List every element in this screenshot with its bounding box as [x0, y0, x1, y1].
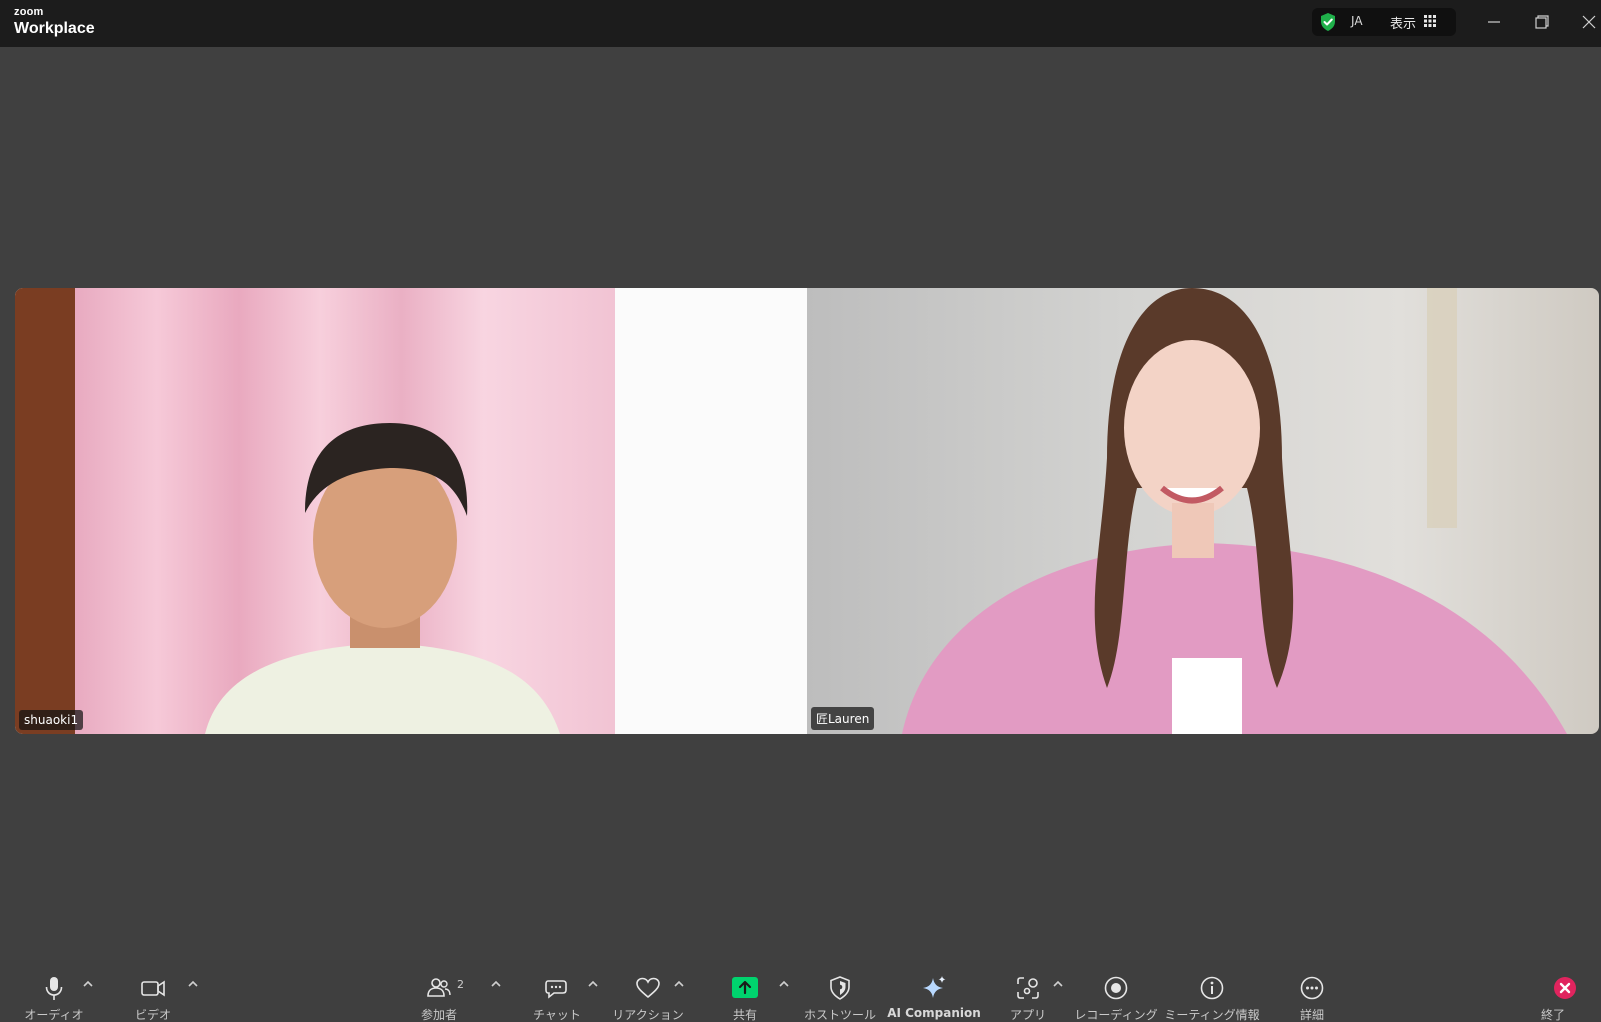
- sparkle-icon: [923, 976, 946, 998]
- chat-icon: [545, 980, 567, 999]
- meeting-toolbar: オーディオ ビデオ 参加者 2 チャット リアクション 共有 ホストツール AI…: [0, 960, 1601, 1022]
- chevron-up-icon[interactable]: [672, 978, 686, 990]
- participant-video-2: [807, 288, 1599, 734]
- video-tile-participant-1[interactable]: shuaoki1: [15, 288, 807, 734]
- more-label: 詳細: [1299, 1008, 1324, 1022]
- more-icon: [1300, 976, 1324, 1000]
- apps-label: アプリ: [1009, 1008, 1046, 1022]
- participants-count: 2: [457, 978, 464, 991]
- chevron-up-icon[interactable]: [1051, 978, 1065, 990]
- share-screen-icon: [732, 977, 758, 998]
- heart-icon: [636, 977, 660, 999]
- apps-icon: [1017, 977, 1039, 999]
- microphone-icon: [45, 977, 63, 1000]
- close-icon[interactable]: [1575, 10, 1601, 34]
- meeting-info-button[interactable]: ミーティング情報: [1162, 974, 1262, 1022]
- end-call-icon: [1554, 977, 1576, 999]
- recording-button[interactable]: レコーディング: [1066, 974, 1166, 1022]
- recording-label: レコーディング: [1074, 1008, 1158, 1022]
- shield-check-icon[interactable]: [1318, 12, 1338, 32]
- end-label: 終了: [1540, 1008, 1565, 1022]
- chevron-up-icon[interactable]: [777, 978, 791, 990]
- ai-companion-button[interactable]: AI Companion: [884, 974, 984, 1022]
- host-tools-button[interactable]: ホストツール: [790, 974, 890, 1022]
- share-label: 共有: [732, 1008, 757, 1022]
- participants-button[interactable]: 参加者: [389, 974, 489, 1022]
- participant-name-tag: 匠Lauren: [811, 707, 875, 730]
- participant-name-tag: shuaoki1: [19, 710, 84, 730]
- zoom-meeting-window: zoom Workplace JA 表示 shuaoki1 匠Lauren オー…: [0, 0, 1601, 1022]
- minimize-icon[interactable]: [1480, 10, 1508, 34]
- record-icon: [1104, 976, 1128, 1000]
- chat-label: チャット: [533, 1008, 581, 1022]
- restore-icon[interactable]: [1528, 10, 1556, 34]
- participants-label: 参加者: [420, 1008, 457, 1022]
- end-meeting-button[interactable]: 終了: [1515, 974, 1601, 1022]
- video-camera-icon: [141, 980, 165, 997]
- meeting-info-label: ミーティング情報: [1164, 1008, 1260, 1022]
- brand-small: zoom: [14, 6, 44, 18]
- app-logo: zoom Workplace: [14, 7, 95, 37]
- brand-name: Workplace: [14, 20, 95, 37]
- info-icon: [1200, 976, 1224, 1000]
- view-button-label[interactable]: 表示: [1390, 13, 1416, 32]
- participants-icon: [427, 978, 451, 997]
- chevron-up-icon[interactable]: [186, 978, 200, 990]
- title-bar: zoom Workplace JA 表示: [0, 0, 1601, 47]
- chevron-up-icon[interactable]: [489, 978, 503, 990]
- audio-label: オーディオ: [24, 1008, 84, 1022]
- grid-icon[interactable]: [1424, 15, 1436, 27]
- ai-companion-label: AI Companion: [887, 1006, 981, 1020]
- more-button[interactable]: 詳細: [1262, 974, 1362, 1022]
- video-label: ビデオ: [134, 1008, 171, 1022]
- participant-video-1: [15, 288, 807, 734]
- reactions-label: リアクション: [612, 1008, 684, 1022]
- language-indicator[interactable]: JA: [1351, 14, 1363, 28]
- chevron-up-icon[interactable]: [81, 978, 95, 990]
- host-tools-label: ホストツール: [803, 1008, 876, 1022]
- host-shield-icon: [830, 976, 850, 1000]
- video-tile-participant-2[interactable]: 匠Lauren: [807, 288, 1599, 734]
